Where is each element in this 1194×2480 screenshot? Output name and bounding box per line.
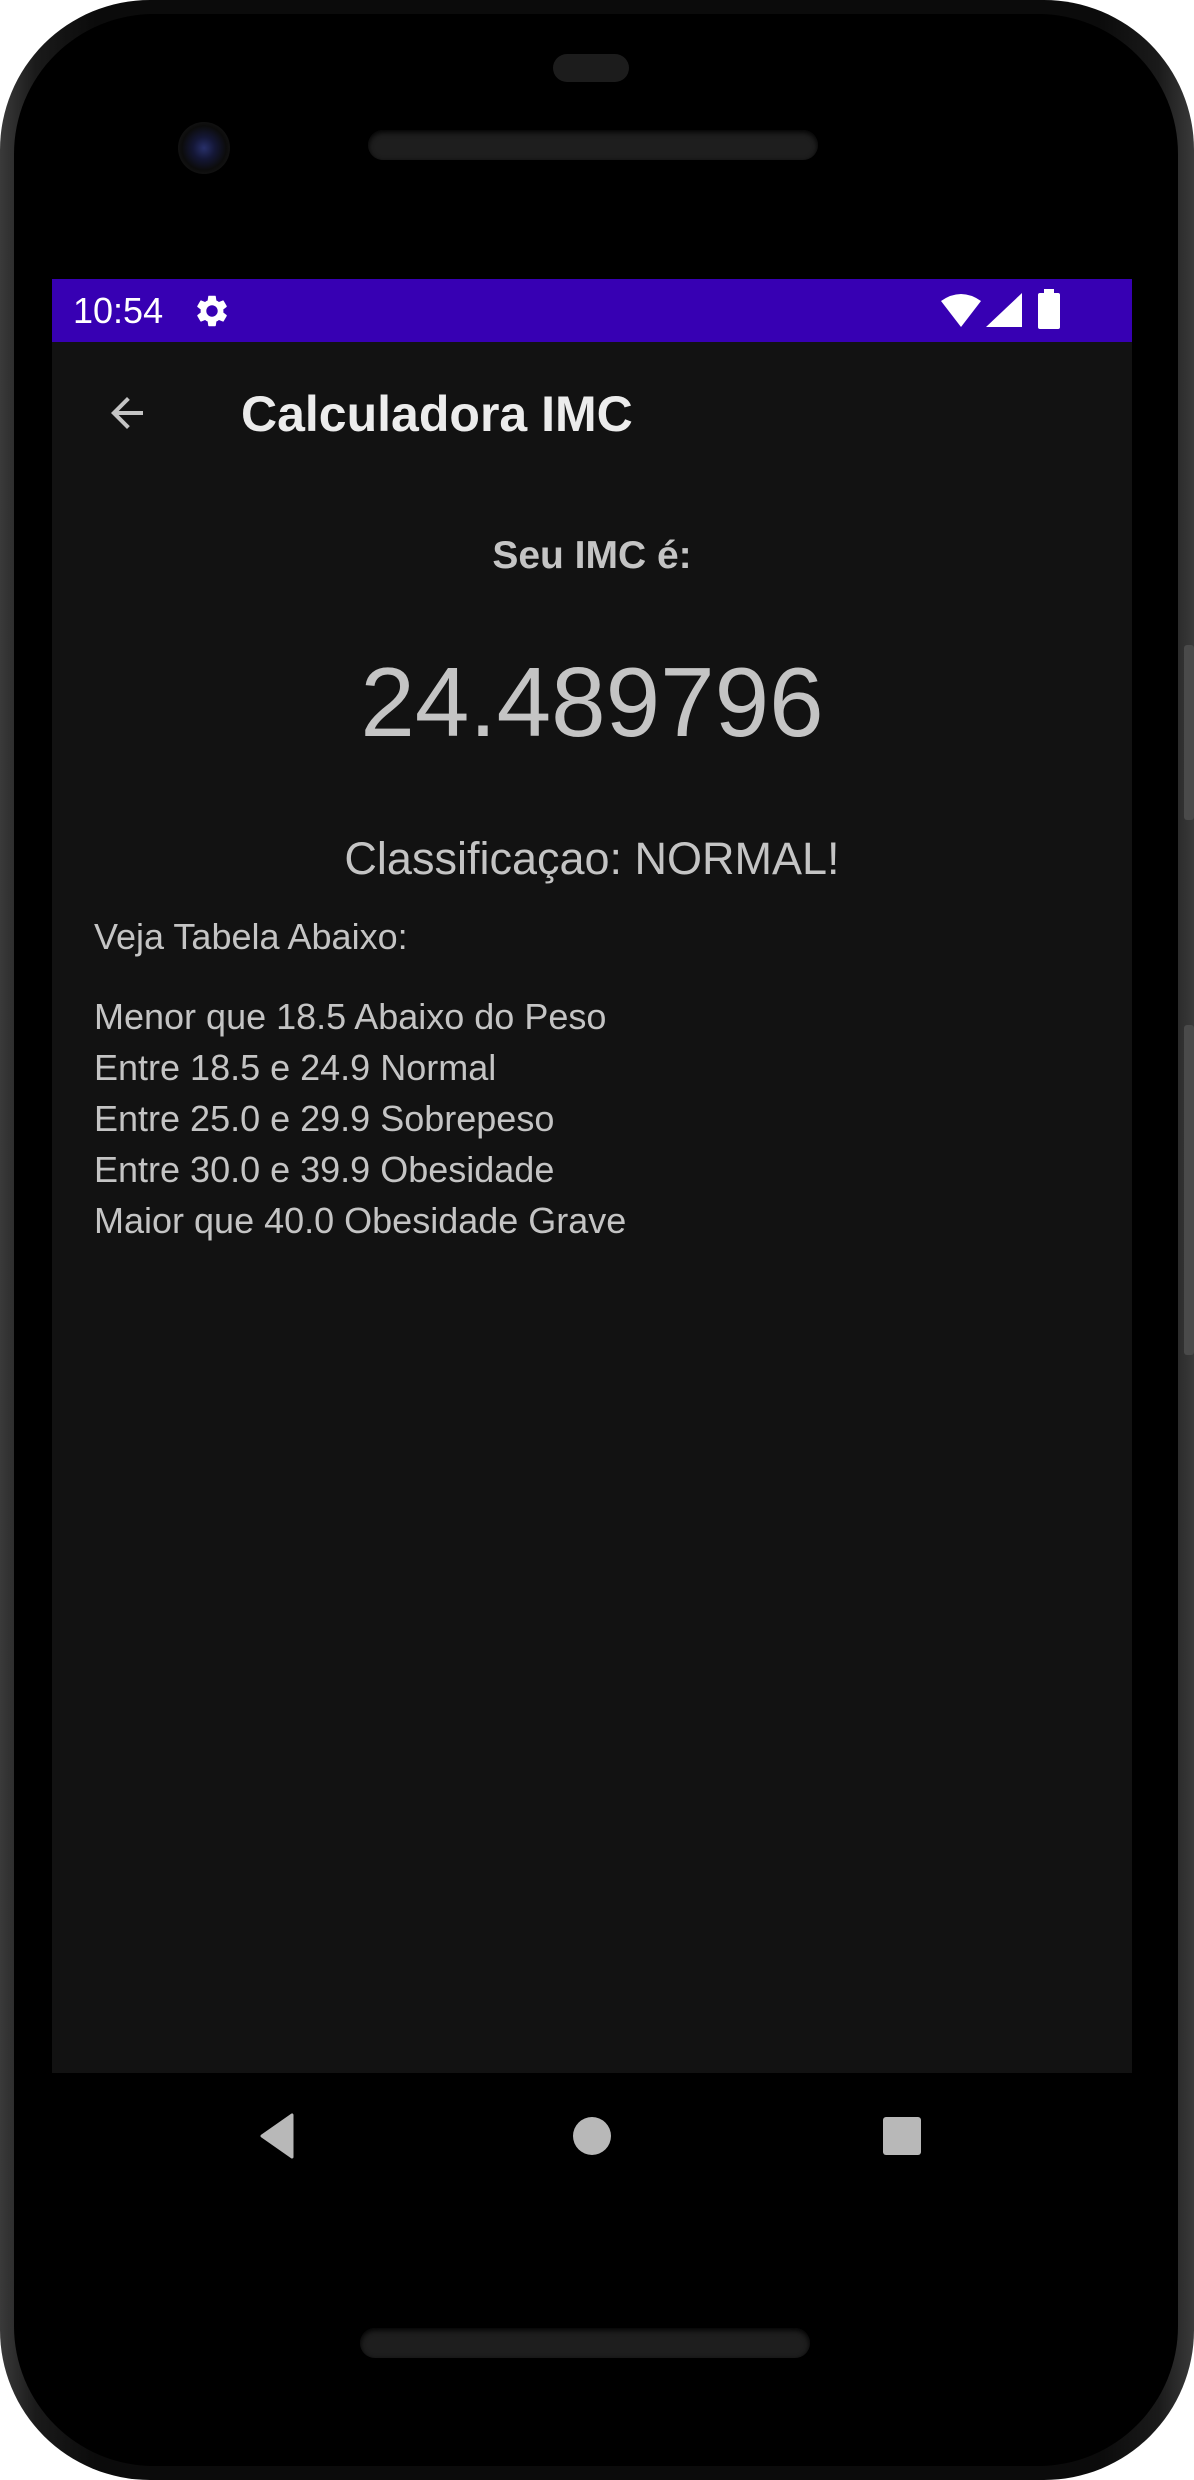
status-bar: 10:54 (52, 279, 1132, 342)
nav-home-icon (561, 2117, 623, 2171)
bmi-table: Menor que 18.5 Abaixo do Peso Entre 18.5… (94, 991, 626, 1246)
table-line: Maior que 40.0 Obesidade Grave (94, 1200, 627, 1241)
wifi-icon (941, 293, 981, 327)
front-camera (178, 122, 230, 174)
top-speaker-grille (368, 130, 818, 160)
arrow-back-icon (103, 389, 151, 442)
app-bar: Calculadora IMC (52, 342, 1132, 489)
volume-button (1184, 1025, 1194, 1355)
status-time: 10:54 (73, 290, 164, 331)
nav-recents-button[interactable] (871, 2105, 933, 2167)
nav-back-icon (250, 2113, 312, 2171)
table-line: Entre 18.5 e 24.9 Normal (94, 1047, 497, 1088)
battery-icon (1038, 289, 1060, 329)
earpiece (553, 54, 629, 82)
back-button[interactable] (94, 382, 160, 448)
nav-back-button[interactable] (250, 2105, 312, 2167)
app-title: Calculadora IMC (241, 386, 633, 442)
bottom-speaker-grille (360, 2328, 810, 2358)
nav-home-button[interactable] (561, 2105, 623, 2167)
app-screen: 10:54 Calculadora IMC Seu IMC é: 24.4897… (52, 279, 1132, 2073)
table-line: Menor que 18.5 Abaixo do Peso (94, 996, 607, 1037)
gear-icon (193, 292, 231, 330)
table-line: Entre 30.0 e 39.9 Obesidade (94, 1149, 555, 1190)
table-line: Entre 25.0 e 29.9 Sobrepeso (94, 1098, 555, 1139)
navigation-bar (52, 2073, 1132, 2199)
bmi-value: 24.489796 (360, 647, 824, 757)
nav-recents-icon (871, 2117, 933, 2171)
bmi-result-label: Seu IMC é: (492, 534, 692, 577)
bmi-classification: Classificaçao: NORMAL! (344, 833, 840, 884)
power-button (1184, 645, 1194, 820)
signal-icon (986, 293, 1022, 327)
table-intro: Veja Tabela Abaixo: (94, 916, 408, 957)
